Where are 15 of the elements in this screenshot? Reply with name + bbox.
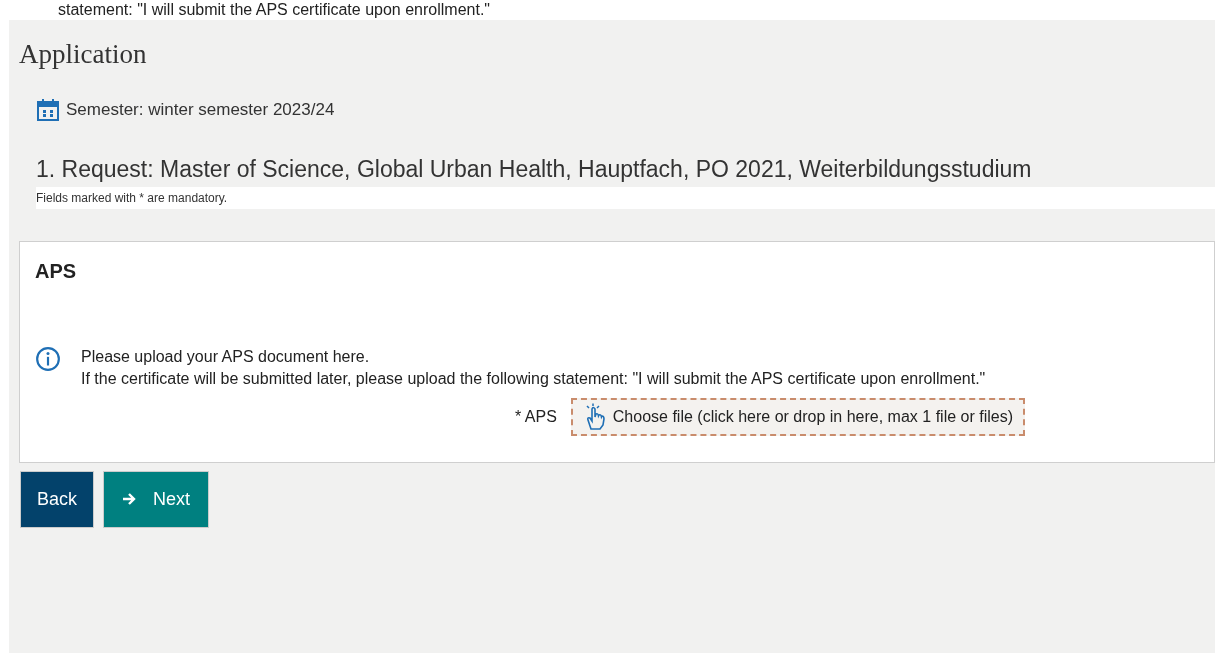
request-heading: 1. Request: Master of Science, Global Urban Health, Hauptfach, PO 2021, Weiterbildungsstudium [36, 155, 1033, 184]
info-icon [35, 345, 61, 372]
info-text: If the certificate will be submitted later, please upload the following statement: "I will submit the APS certificate upon enrollment." [81, 368, 986, 389]
semester-text: Semester: winter semester 2023/24 [66, 98, 335, 121]
arrow-right-icon [122, 492, 137, 506]
info-text: Please upload your APS document here. [81, 346, 371, 367]
back-button[interactable]: Back [20, 470, 95, 528]
section-title: APS [35, 258, 77, 284]
mandatory-note: Fields marked with * are mandatory. [36, 186, 1215, 209]
page-title: Application [19, 38, 147, 71]
next-button[interactable]: Next [103, 470, 210, 528]
cut-off-text: statement: "I will submit the APS certificate upon enrollment." [57, 0, 491, 20]
file-drop-zone[interactable]: Choose file (click here or drop in here, max 1 file or files) [570, 397, 1025, 436]
field-label: * APS [515, 406, 557, 427]
calendar-icon [36, 98, 60, 122]
